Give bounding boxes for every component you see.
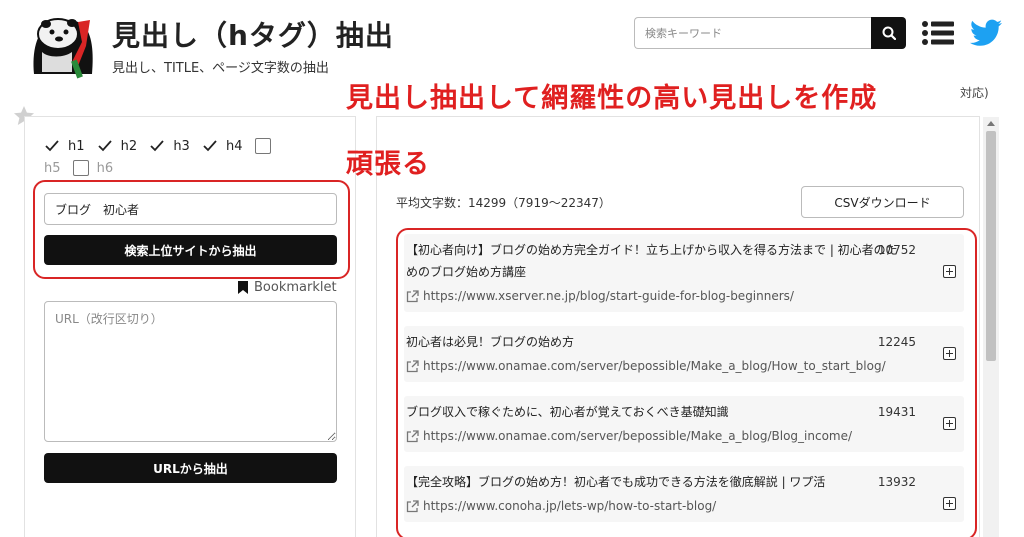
result-char-count: 10752 — [877, 243, 916, 257]
result-url[interactable]: https://www.conoha.jp/lets-wp/how-to-sta… — [406, 496, 904, 516]
result-item: 【初心者向け】ブログの始め方完全ガイド！立ち上げから収入を得る方法まで | 初心… — [404, 234, 964, 312]
extract-from-search-button[interactable]: 検索上位サイトから抽出 — [44, 235, 337, 265]
checkbox-h5-box[interactable] — [254, 136, 279, 156]
extract-from-url-button[interactable]: URLから抽出 — [44, 453, 337, 483]
checkbox-h5[interactable]: h5 — [44, 158, 61, 178]
annotation-line-2: 頑張る — [346, 149, 430, 180]
expand-plus-icon[interactable] — [943, 497, 956, 510]
truncated-text: 対応) — [960, 86, 989, 100]
otter-logo-icon[interactable] — [28, 12, 102, 82]
scroll-up-icon[interactable] — [987, 121, 995, 126]
checkbox-h6[interactable]: h6 — [72, 158, 113, 178]
result-item: 【完全攻略】ブログの始め方！初心者でも成功できる方法を徹底解説 | ワプ活 13… — [404, 466, 964, 522]
unchecked-box — [254, 138, 271, 154]
scrollbar[interactable] — [983, 117, 999, 537]
expand-plus-icon[interactable] — [943, 417, 956, 430]
csv-download-button[interactable]: CSVダウンロード — [801, 186, 964, 218]
expand-plus-icon[interactable] — [943, 265, 956, 278]
menu-icon[interactable] — [922, 20, 954, 46]
result-item: 初心者は必見！ブログの始め方 12245 https://www.onamae.… — [404, 326, 964, 382]
check-icon — [96, 138, 113, 154]
external-link-icon — [406, 359, 419, 372]
url-textarea[interactable] — [44, 301, 337, 442]
search-bar — [634, 17, 906, 49]
result-title[interactable]: 【初心者向け】ブログの始め方完全ガイド！立ち上げから収入を得る方法まで | 初心… — [406, 239, 904, 283]
heading-options-row2: h5 h6 — [44, 158, 344, 178]
result-url[interactable]: https://www.onamae.com/server/bepossible… — [406, 426, 904, 446]
search-icon — [882, 26, 896, 40]
results-list: 【初心者向け】ブログの始め方完全ガイド！立ち上げから収入を得る方法まで | 初心… — [404, 234, 964, 536]
check-icon — [44, 138, 60, 154]
external-link-icon — [406, 429, 419, 442]
checkbox-h2[interactable]: h2 — [96, 136, 137, 156]
checkbox-h4[interactable]: h4 — [201, 136, 242, 156]
checkbox-h3[interactable]: h3 — [149, 136, 190, 156]
bookmark-icon — [238, 281, 248, 294]
keyword-input[interactable] — [44, 193, 337, 225]
result-url[interactable]: https://www.xserver.ne.jp/blog/start-gui… — [406, 286, 904, 306]
unchecked-box — [72, 160, 89, 176]
bookmarklet-link[interactable]: Bookmarklet — [238, 280, 337, 295]
external-link-icon — [406, 499, 419, 512]
search-input[interactable] — [634, 17, 871, 49]
average-char-count: 平均文字数：14299（7919〜22347） — [396, 196, 611, 210]
expand-plus-icon[interactable] — [943, 347, 956, 360]
check-icon — [149, 138, 166, 154]
site-subtitle: 見出し、TITLE、ページ文字数の抽出 — [112, 61, 329, 76]
search-button[interactable] — [871, 17, 906, 49]
result-item: ブログ収入で稼ぐために、初心者が覚えておくべき基礎知識 19431 https:… — [404, 396, 964, 452]
heading-options: h1 h2 h3 h4 h5 h6 — [44, 136, 344, 178]
result-char-count: 12245 — [877, 335, 916, 349]
result-title[interactable]: 初心者は必見！ブログの始め方 — [406, 331, 904, 353]
result-char-count: 13932 — [877, 475, 916, 489]
check-icon — [201, 138, 218, 154]
twitter-icon[interactable] — [970, 19, 1002, 47]
annotation-line-1: 見出し抽出して網羅性の高い見出しを作成 — [346, 83, 878, 114]
site-title[interactable]: 見出し（hタグ）抽出 — [112, 14, 394, 54]
checkbox-h1[interactable]: h1 — [44, 136, 85, 156]
result-title[interactable]: ブログ収入で稼ぐために、初心者が覚えておくべき基礎知識 — [406, 401, 904, 423]
external-link-icon — [406, 289, 419, 302]
result-char-count: 19431 — [877, 405, 916, 419]
result-title[interactable]: 【完全攻略】ブログの始め方！初心者でも成功できる方法を徹底解説 | ワプ活 — [406, 471, 904, 493]
result-url[interactable]: https://www.onamae.com/server/bepossible… — [406, 356, 904, 376]
scroll-thumb[interactable] — [986, 131, 996, 361]
